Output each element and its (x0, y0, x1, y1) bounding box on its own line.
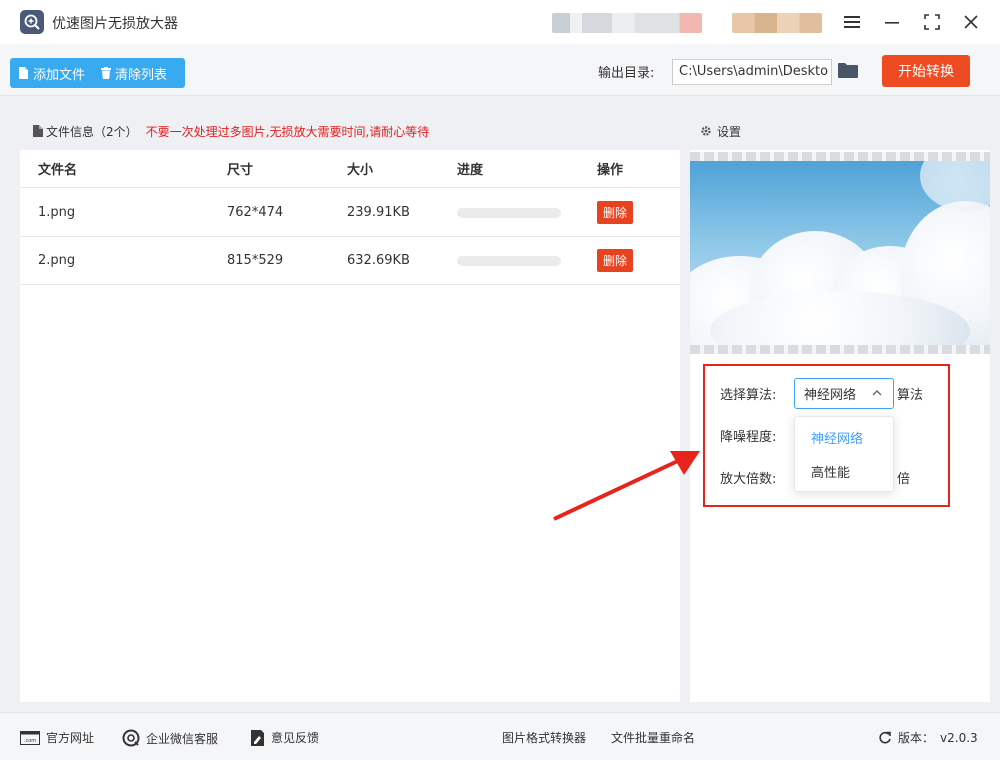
output-dir-input[interactable]: C:\Users\admin\Deskto (672, 59, 832, 85)
feedback-link[interactable]: 意见反馈 (250, 729, 319, 746)
algorithm-label: 选择算法: (720, 388, 777, 403)
header-filesize: 大小 (347, 163, 374, 178)
settings-title: 设置 (717, 124, 742, 139)
output-dir-label: 输出目录: (598, 66, 655, 81)
version-info: 版本： v2.0.3 (878, 729, 978, 746)
sky-clouds-image (690, 161, 990, 345)
file-list-panel: 文件信息（2个） 不要一次处理过多图片,无损放大需要时间,请耐心等待 文件名 尺… (20, 112, 680, 702)
preview-image (690, 152, 990, 354)
feedback-icon (251, 729, 264, 746)
algorithm-select-value: 神经网络 (804, 388, 857, 403)
minimize-icon[interactable] (880, 10, 904, 34)
title-bar: 优速图片无损放大器 (0, 0, 1000, 44)
website-icon: .com (20, 730, 40, 745)
blurred-account-info (552, 13, 702, 33)
website-link[interactable]: .com 官方网址 (20, 729, 94, 746)
wechat-icon (122, 729, 140, 747)
dropdown-option-performance[interactable]: 高性能 (811, 462, 850, 481)
table-header: 文件名 尺寸 大小 进度 操作 (20, 150, 680, 188)
add-file-label: 添加文件 (33, 67, 86, 83)
folder-icon[interactable] (838, 62, 858, 82)
header-progress: 进度 (457, 163, 484, 178)
app-logo-icon (20, 10, 44, 34)
scale-suffix: 倍 (897, 472, 911, 487)
maximize-icon[interactable] (920, 10, 944, 34)
row-filename: 1.png (38, 205, 76, 220)
blurred-user-avatar (732, 13, 822, 33)
progress-bar (457, 207, 561, 218)
file-icon (19, 67, 28, 79)
clear-list-label: 清除列表 (115, 67, 168, 83)
delete-button[interactable]: 删除 (597, 249, 634, 272)
row-filesize: 632.69KB (347, 253, 410, 268)
clear-list-button[interactable]: 清除列表 (93, 58, 175, 88)
header-filename: 文件名 (38, 163, 78, 178)
gear-icon (701, 126, 711, 136)
file-info-warning: 不要一次处理过多图片,无损放大需要时间,请耐心等待 (145, 124, 430, 139)
toolbar-button-group: 添加文件 清除列表 (10, 58, 185, 88)
format-converter-link[interactable]: 图片格式转换器 (502, 729, 586, 746)
svg-text:.com: .com (24, 738, 36, 744)
header-dimensions: 尺寸 (227, 163, 254, 178)
add-file-button[interactable]: 添加文件 (10, 58, 93, 88)
scale-label: 放大倍数: (720, 472, 777, 487)
row-progress (457, 237, 561, 284)
row-dimensions: 815*529 (227, 253, 284, 268)
table-row: 2.png 815*529 632.69KB 删除 (20, 237, 680, 285)
batch-rename-link[interactable]: 文件批量重命名 (611, 729, 695, 746)
app-title: 优速图片无损放大器 (52, 16, 178, 32)
algorithm-select[interactable]: 神经网络 (794, 378, 894, 409)
start-convert-button[interactable]: 开始转换 (882, 55, 970, 87)
refresh-icon (879, 731, 891, 743)
row-action: 删除 (597, 189, 634, 236)
denoise-label: 降噪程度: (720, 430, 777, 445)
algorithm-suffix: 算法 (897, 388, 924, 403)
chevron-up-icon (872, 390, 882, 396)
film-strip-top (690, 152, 990, 161)
version-value: v2.0.3 (940, 730, 978, 745)
dropdown-option-neural[interactable]: 神经网络 (811, 428, 863, 447)
row-dimensions: 762*474 (227, 205, 284, 220)
settings-header: 设置 (690, 112, 990, 150)
menu-icon[interactable] (840, 10, 864, 34)
close-icon[interactable] (959, 10, 983, 34)
row-action: 删除 (597, 237, 634, 284)
file-info-title: 文件信息（2个） (46, 124, 138, 139)
film-strip-bottom (690, 345, 990, 354)
progress-bar (457, 255, 561, 266)
status-bar: .com 官方网址 企业微信客服 意见反馈 图片格式转换器 文件批量重命名 版本… (0, 712, 1000, 760)
wechat-support-link[interactable]: 企业微信客服 (122, 729, 218, 747)
version-label: 版本： (898, 731, 935, 745)
document-icon (33, 125, 43, 137)
row-filename: 2.png (38, 253, 76, 268)
trash-icon (101, 67, 112, 79)
delete-button[interactable]: 删除 (597, 201, 634, 224)
table-row: 1.png 762*474 239.91KB 删除 (20, 189, 680, 237)
wechat-label: 企业微信客服 (146, 731, 219, 746)
header-action: 操作 (597, 163, 624, 178)
feedback-label: 意见反馈 (271, 731, 320, 745)
file-info-bar: 文件信息（2个） 不要一次处理过多图片,无损放大需要时间,请耐心等待 (20, 112, 680, 150)
row-filesize: 239.91KB (347, 205, 410, 220)
annotation-arrow-icon (553, 451, 700, 521)
website-label: 官方网址 (46, 731, 95, 745)
algorithm-dropdown: 神经网络 高性能 (794, 416, 894, 492)
row-progress (457, 189, 561, 236)
